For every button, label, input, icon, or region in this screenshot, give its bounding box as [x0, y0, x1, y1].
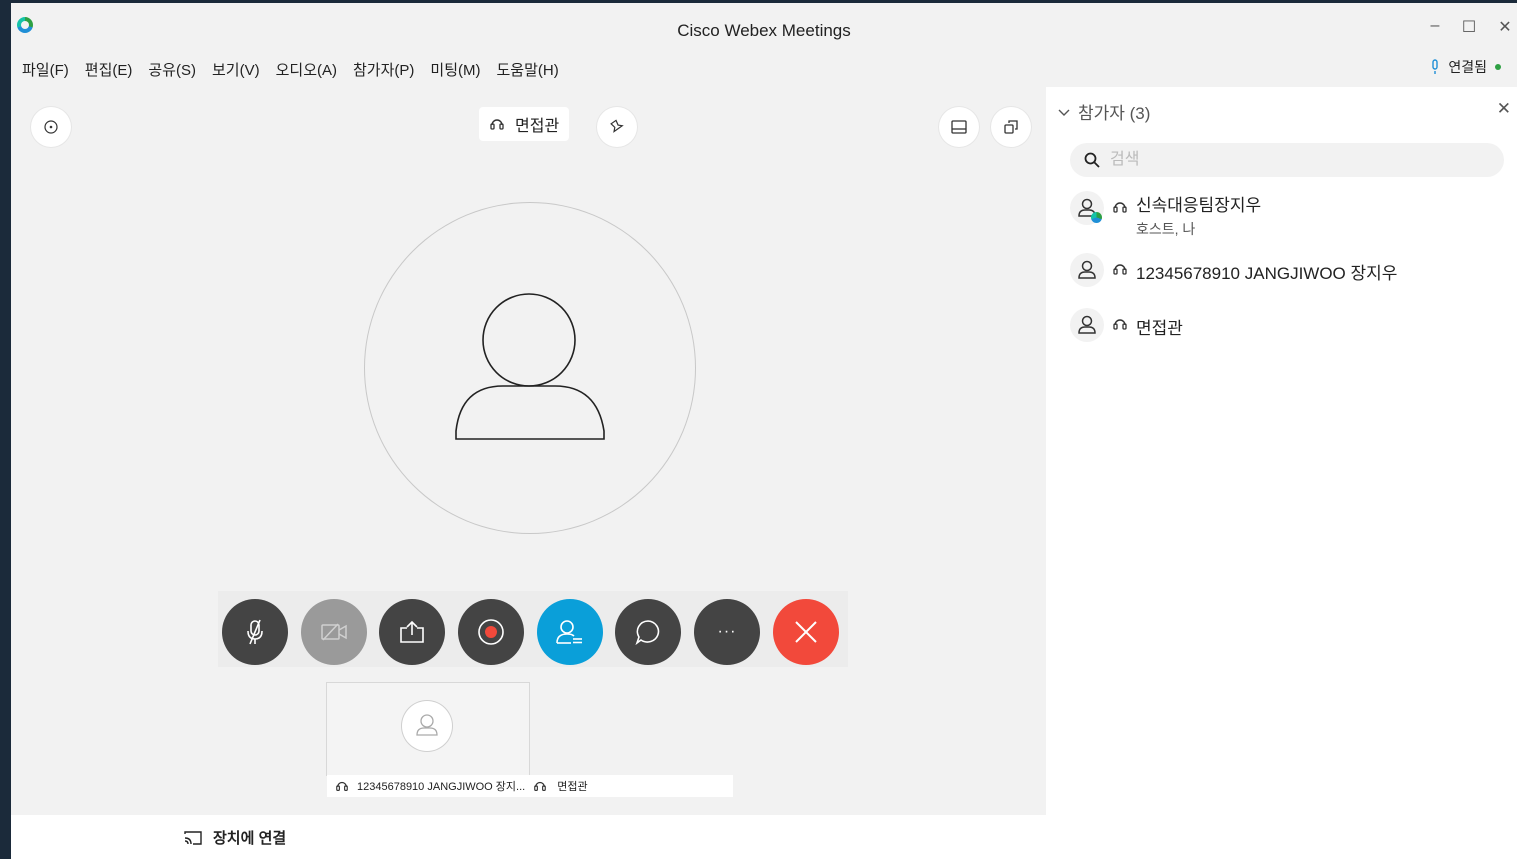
more-options-button[interactable]: ···: [694, 599, 760, 665]
pin-button[interactable]: [597, 107, 637, 147]
menu-participants[interactable]: 참가자(P): [353, 59, 414, 80]
host-badge-icon: [1091, 212, 1102, 223]
share-button[interactable]: [379, 599, 445, 665]
participant-row[interactable]: 12345678910 JANGJIWOO 장지우: [1070, 253, 1397, 287]
menu-view[interactable]: 보기(V): [212, 59, 260, 80]
chat-icon: [635, 620, 660, 646]
audio-icon: [490, 119, 504, 130]
active-speaker-name: 면접관: [515, 118, 560, 135]
thumbnail-name: 12345678910 JANGJIWOO 장지...: [357, 781, 526, 793]
chat-button[interactable]: [615, 599, 681, 665]
participant-search[interactable]: [1070, 143, 1504, 177]
person-icon: [455, 293, 605, 440]
thumbnail-label-bar: 12345678910 JANGJIWOO 장지... 면접관: [327, 775, 733, 797]
microphone-icon: [1432, 59, 1439, 74]
participants-button[interactable]: [537, 599, 603, 665]
menu-audio[interactable]: 오디오(A): [276, 59, 337, 80]
leave-meeting-button[interactable]: [773, 599, 839, 665]
thumbnail-speaker-name: 면접관: [557, 781, 588, 793]
participant-row[interactable]: 신속대응팀장지우 호스트, 나: [1070, 191, 1261, 239]
participant-name: 신속대응팀장지우: [1136, 196, 1262, 215]
menu-help[interactable]: 도움말(H): [497, 59, 559, 80]
avatar: [1070, 308, 1104, 342]
popout-button[interactable]: [991, 107, 1031, 147]
popout-icon: [1004, 120, 1018, 134]
participant-name: 면접관: [1136, 319, 1183, 338]
mute-button[interactable]: [222, 599, 288, 665]
close-window-button[interactable]: ✕: [1493, 17, 1517, 37]
footer-bar: 장치에 연결: [11, 815, 1517, 859]
layout-button[interactable]: [939, 107, 979, 147]
record-icon: [478, 619, 504, 645]
self-video-thumbnail[interactable]: [327, 683, 529, 775]
layout-icon: [951, 120, 967, 134]
participants-icon: [556, 620, 582, 644]
audio-icon: [1113, 202, 1127, 213]
share-icon: [400, 620, 424, 643]
active-speaker-avatar: [365, 203, 695, 533]
chevron-down-icon: [1058, 109, 1070, 116]
minimize-button[interactable]: –: [1423, 17, 1447, 35]
maximize-button[interactable]: ☐: [1457, 17, 1481, 37]
participants-panel: 참가자 (3) ✕ 신속대응팀장: [1046, 87, 1517, 815]
participant-role: 호스트, 나: [1136, 221, 1196, 237]
video-stage: 면접관 ··· 12345678910 JANGJIWOO 장지... 면접관: [11, 87, 1045, 815]
pin-icon: [610, 119, 624, 133]
search-icon: [1084, 152, 1100, 168]
microphone-muted-icon: [247, 619, 263, 645]
window-title: Cisco Webex Meetings: [677, 21, 851, 40]
thumbnail-avatar: [402, 701, 452, 751]
person-icon: [1078, 260, 1096, 279]
connection-status: 연결됨: [1430, 57, 1501, 77]
person-icon: [416, 714, 438, 736]
participants-panel-header[interactable]: 참가자 (3): [1058, 99, 1150, 124]
info-icon: [44, 120, 58, 134]
webex-window: Cisco Webex Meetings – ☐ ✕ 파일(F) 편집(E) 공…: [11, 3, 1517, 859]
person-icon: [1078, 315, 1096, 334]
close-icon: [795, 621, 817, 643]
meeting-info-button[interactable]: [31, 107, 71, 147]
menu-bar: 파일(F) 편집(E) 공유(S) 보기(V) 오디오(A) 참가자(P) 미팅…: [11, 53, 1517, 85]
menu-edit[interactable]: 편집(E): [85, 59, 133, 80]
participant-name: 12345678910 JANGJIWOO 장지우: [1136, 264, 1398, 283]
connected-indicator-icon: [1495, 64, 1501, 70]
audio-icon: [336, 781, 348, 791]
menu-file[interactable]: 파일(F): [22, 59, 69, 80]
audio-icon: [1113, 319, 1127, 330]
menu-meeting[interactable]: 미팅(M): [430, 59, 480, 80]
cast-icon: [184, 830, 202, 845]
connection-label: 연결됨: [1448, 59, 1487, 75]
participants-panel-title: 참가자 (3): [1078, 104, 1151, 123]
video-off-icon: [321, 623, 347, 641]
participant-row[interactable]: 면접관: [1070, 308, 1183, 342]
title-bar: Cisco Webex Meetings – ☐ ✕: [11, 3, 1517, 51]
audio-icon: [534, 781, 547, 791]
connect-device-label: 장치에 연결: [213, 830, 287, 847]
active-speaker-label: 면접관: [479, 107, 570, 141]
meeting-controls: ···: [218, 591, 848, 667]
search-input[interactable]: [1108, 150, 1492, 170]
connect-device-button[interactable]: 장치에 연결: [183, 827, 286, 848]
record-button[interactable]: [458, 599, 524, 665]
avatar: [1070, 191, 1104, 225]
close-panel-button[interactable]: ✕: [1497, 99, 1511, 119]
audio-icon: [1113, 264, 1127, 275]
menu-share[interactable]: 공유(S): [148, 59, 196, 80]
avatar: [1070, 253, 1104, 287]
video-button[interactable]: [301, 599, 367, 665]
